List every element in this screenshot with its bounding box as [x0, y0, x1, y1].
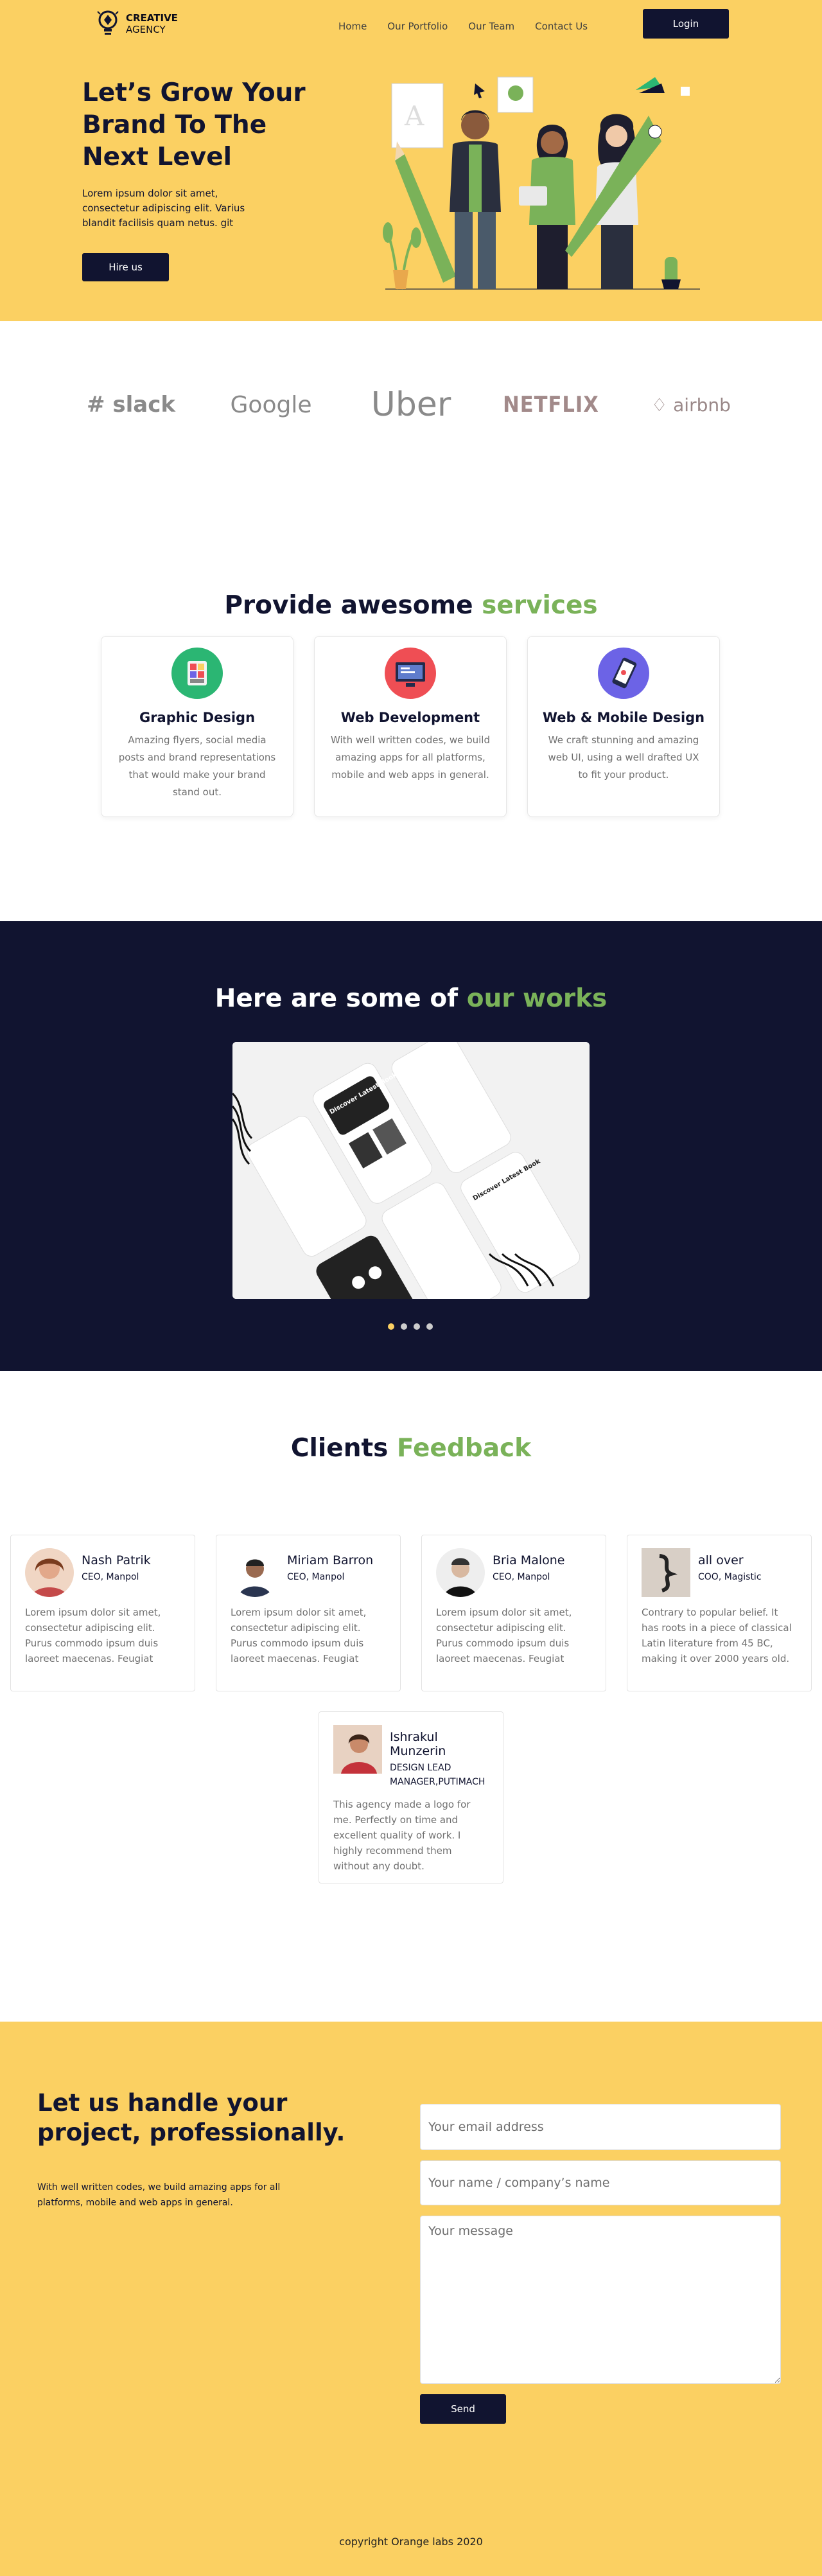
service-card-list: Graphic Design Amazing flyers, social me… [101, 636, 720, 817]
feedback-title-highlight: Feedback [396, 1434, 532, 1463]
feedback-text: Lorem ipsum dolor sit amet, consectetur … [436, 1607, 572, 1664]
graphic-design-icon [171, 648, 223, 699]
login-button[interactable]: Login [643, 9, 729, 39]
hero-title: Let’s Grow Your Brand To The Next Level [82, 78, 306, 172]
logo[interactable]: CREATIVE AGENCY [95, 9, 178, 39]
contact-text: With well written codes, we build amazin… [37, 2182, 281, 2208]
avatar [333, 1725, 382, 1774]
airbnb-logo: ♢ airbnb [621, 394, 761, 416]
service-desc: With well written codes, we build amazin… [331, 734, 490, 781]
logo-line1: CREATIVE [126, 12, 178, 24]
feedback-text: Lorem ipsum dolor sit amet, consectetur … [25, 1607, 161, 1664]
service-desc: Amazing flyers, social media posts and b… [118, 734, 276, 798]
works-title: Here are some of our works [0, 984, 822, 1013]
avatar [436, 1548, 485, 1597]
feedback-name: Nash Patrik [82, 1553, 151, 1567]
airbnb-icon: ♢ [651, 394, 668, 416]
hero-text: Lorem ipsum dolor sit amet, consectetur … [82, 188, 245, 229]
carousel-dot[interactable] [414, 1323, 420, 1330]
slack-word: slack [112, 392, 175, 418]
slack-logo: # slack [61, 392, 201, 418]
feedback-title-plain: Clients [290, 1434, 389, 1463]
hire-us-button[interactable]: Hire us [82, 253, 169, 281]
hero-section: CREATIVE AGENCY Home Our Portfolio Our T… [0, 0, 822, 321]
mobile-design-icon [598, 648, 649, 699]
feedback-name: all over [698, 1553, 744, 1567]
services-title: Provide awesome services [0, 591, 822, 620]
service-name: Web & Mobile Design [542, 710, 705, 725]
svg-text:A: A [404, 100, 424, 132]
nav-home[interactable]: Home [338, 21, 367, 32]
works-title-plain: Here are some of [214, 984, 459, 1013]
works-title-highlight: our works [466, 984, 608, 1013]
work-screenshot: Discover Latest Book Discover Latest Boo… [232, 1042, 590, 1299]
feedback-card: Nash Patrik CEO, Manpol Lorem ipsum dolor… [10, 1535, 195, 1691]
works-carousel-slide[interactable]: Discover Latest Book Discover Latest Boo… [232, 1042, 590, 1299]
airbnb-word: airbnb [673, 394, 731, 416]
service-name: Web Development [340, 710, 480, 725]
brand-logos: # slack Google Uber NETFLIX ♢ airbnb [0, 321, 822, 488]
feedback-title: Clients Feedback [0, 1434, 822, 1463]
lightbulb-logo-icon [97, 10, 119, 35]
contact-title: Let us handle your project, professional… [37, 2089, 345, 2146]
service-card[interactable]: Web & Mobile Design We craft stunning an… [527, 636, 720, 817]
carousel-dot[interactable] [426, 1323, 433, 1330]
feedback-text: Lorem ipsum dolor sit amet, consectetur … [231, 1607, 367, 1664]
nav-portfolio[interactable]: Our Portfolio [387, 21, 448, 32]
feedback-text: Contrary to popular belief. It has roots… [642, 1607, 792, 1664]
feedback-role: COO, Magistic [698, 1572, 762, 1582]
contact-section: Let us handle your project, professional… [0, 2022, 822, 2576]
feedback-role: DESIGN LEAD MANAGER,PUTIMACH [390, 1763, 485, 1787]
nav-contact[interactable]: Contact Us [535, 21, 588, 32]
slack-hash-icon: # [87, 392, 105, 418]
service-card[interactable]: Web Development With well written codes,… [314, 636, 507, 817]
avatar [642, 1548, 690, 1597]
name-field[interactable] [420, 2160, 781, 2205]
service-desc: We craft stunning and amazing web UI, us… [548, 734, 699, 781]
services-section: Provide awesome services Graphic Design … [0, 488, 822, 921]
message-field[interactable] [420, 2216, 781, 2384]
feedback-name: Ishrakul Munzerin [390, 1730, 446, 1758]
service-card[interactable]: Graphic Design Amazing flyers, social me… [101, 636, 293, 817]
feedback-card: all over COO, Magistic Contrary to popula… [627, 1535, 812, 1691]
works-section: Here are some of our works Discover Late… [0, 921, 822, 1371]
service-name: Graphic Design [139, 710, 256, 725]
feedback-section: Clients Feedback Nash Patrik CEO, Manpol … [0, 1371, 822, 2022]
uber-logo: Uber [371, 385, 451, 424]
carousel-dots [388, 1323, 433, 1330]
services-title-plain: Provide awesome [224, 591, 473, 620]
navbar: CREATIVE AGENCY Home Our Portfolio Our T… [0, 0, 822, 48]
feedback-role: CEO, Manpol [82, 1572, 139, 1582]
google-logo: Google [230, 391, 312, 418]
feedback-name: Bria Malone [493, 1553, 565, 1567]
send-button[interactable]: Send [420, 2394, 506, 2424]
carousel-dot[interactable] [388, 1323, 394, 1330]
feedback-card: Ishrakul Munzerin DESIGN LEAD MANAGER,PUT… [319, 1711, 503, 1883]
avatar [231, 1548, 279, 1597]
copyright: copyright Orange labs 2020 [339, 2536, 483, 2548]
web-development-icon [385, 648, 436, 699]
hero-illustration: A [383, 76, 700, 290]
netflix-logo: NETFLIX [503, 392, 599, 418]
feedback-card: Miriam Barron CEO, Manpol Lorem ipsum dol… [216, 1535, 401, 1691]
feedback-name: Miriam Barron [287, 1553, 374, 1567]
feedback-role: CEO, Manpol [287, 1572, 345, 1582]
services-title-highlight: services [482, 591, 598, 620]
main-menu: Home Our Portfolio Our Team Contact Us [338, 21, 608, 32]
carousel-dot[interactable] [401, 1323, 407, 1330]
nav-team[interactable]: Our Team [468, 21, 514, 32]
logo-text: CREATIVE AGENCY [126, 12, 178, 35]
feedback-text: This agency made a logo for me. Perfectl… [333, 1799, 471, 1872]
feedback-role: CEO, Manpol [493, 1572, 550, 1582]
avatar [25, 1548, 74, 1597]
email-field[interactable] [420, 2104, 781, 2150]
feedback-card: Bria Malone CEO, Manpol Lorem ipsum dolor… [421, 1535, 606, 1691]
logo-line2: AGENCY [126, 24, 166, 35]
